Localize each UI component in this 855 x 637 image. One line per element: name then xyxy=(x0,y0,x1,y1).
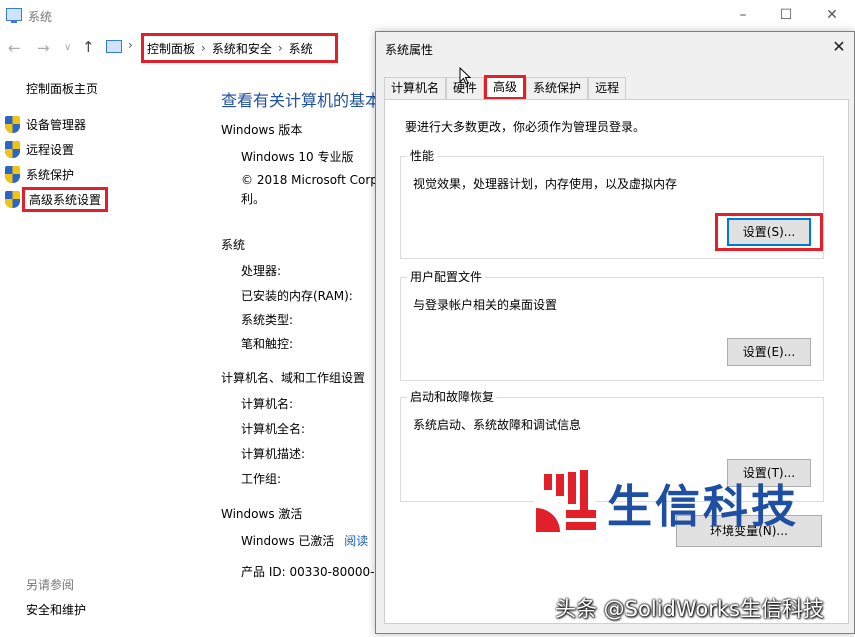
computer-icon xyxy=(6,8,22,23)
system-type-label: 系统类型: xyxy=(241,313,294,327)
back-arrow-icon[interactable]: ← xyxy=(8,39,21,57)
performance-settings-button[interactable]: 设置(S)... xyxy=(727,218,811,246)
main-content: 查看有关计算机的基本 Windows 版本 Windows 10 专业版 © 2… xyxy=(220,84,380,637)
processor-label: 处理器: xyxy=(241,264,282,278)
sidebar-item-system-protection[interactable]: 系统保护 xyxy=(5,164,74,184)
dialog-tabs: 计算机名 硬件 高级 系统保护 远程 xyxy=(384,75,627,100)
edition-section-title: Windows 版本 xyxy=(221,123,303,137)
workgroup-label: 工作组: xyxy=(241,472,282,486)
control-panel-home-link[interactable]: 控制面板主页 xyxy=(26,80,98,97)
sidebar-item-remote-settings[interactable]: 远程设置 xyxy=(5,139,74,159)
sidebar-item-advanced-settings[interactable]: 高级系统设置 xyxy=(5,186,109,212)
advanced-tab-panel: 要进行大多数更改，你必须作为管理员登录。 性能 视觉效果，处理器计划，内存使用，… xyxy=(384,99,849,624)
sidebar-item-label: 高级系统设置 xyxy=(22,186,109,212)
shield-icon xyxy=(5,165,20,183)
pen-touch-label: 笔和触控: xyxy=(241,337,294,351)
sidebar-item-label: 设备管理器 xyxy=(26,117,87,132)
breadcrumb-separator-icon[interactable]: › xyxy=(278,41,283,55)
title-bar: 系统 – ☐ ✕ xyxy=(0,0,855,30)
tab-remote[interactable]: 远程 xyxy=(588,77,627,99)
user-profile-group: 用户配置文件 与登录帐户相关的桌面设置 设置(E)... xyxy=(400,268,824,381)
computer-description-label: 计算机描述: xyxy=(241,447,306,461)
breadcrumb-system[interactable]: 系统 xyxy=(289,40,313,57)
shield-icon xyxy=(5,115,20,133)
dialog-close-icon[interactable]: ✕ xyxy=(828,36,850,58)
brand-name: 生信科技 xyxy=(607,480,800,533)
ram-label: 已安装的内存(RAM): xyxy=(241,289,353,303)
minimize-icon[interactable]: – xyxy=(733,6,753,24)
page-title: 查看有关计算机的基本 xyxy=(221,91,380,110)
tab-computer-name[interactable]: 计算机名 xyxy=(384,77,447,99)
startup-recovery-title: 启动和故障恢复 xyxy=(407,388,498,405)
copyright-tail: 利。 xyxy=(241,192,266,206)
activation-status-text: Windows 已激活 xyxy=(241,534,335,548)
up-arrow-icon[interactable]: ↑ xyxy=(82,38,95,56)
mouse-cursor-icon xyxy=(459,67,471,85)
user-profile-settings-button[interactable]: 设置(E)... xyxy=(727,338,811,366)
forward-arrow-icon[interactable]: → xyxy=(37,39,50,57)
system-section-title: 系统 xyxy=(221,238,246,252)
admin-note: 要进行大多数更改，你必须作为管理员登录。 xyxy=(405,120,646,134)
performance-title: 性能 xyxy=(407,147,438,164)
edition-name: Windows 10 专业版 xyxy=(241,150,354,164)
sidebar-item-label: 远程设置 xyxy=(26,142,75,157)
breadcrumb: 控制面板 › 系统和安全 › 系统 xyxy=(141,33,338,63)
computer-name-label: 计算机名: xyxy=(241,397,294,411)
activation-section-title: Windows 激活 xyxy=(221,507,303,521)
watermark-text: 头条 @SolidWorks生信科技 xyxy=(555,597,824,621)
see-also-label: 另请参阅 xyxy=(26,578,75,592)
shield-icon xyxy=(5,190,20,208)
breadcrumb-separator-icon[interactable]: › xyxy=(201,41,206,55)
product-id: 产品 ID: 00330-80000-0 xyxy=(241,565,380,579)
history-chevron-icon[interactable]: ∨ xyxy=(64,42,71,53)
window-title: 系统 xyxy=(28,10,53,24)
breadcrumb-system-security[interactable]: 系统和安全 xyxy=(212,40,272,57)
sidebar-item-label: 系统保护 xyxy=(26,167,75,182)
address-computer-icon xyxy=(106,40,122,53)
performance-desc: 视觉效果，处理器计划，内存使用，以及虚拟内存 xyxy=(413,177,678,191)
user-profile-desc: 与登录帐户相关的桌面设置 xyxy=(413,298,558,312)
address-chevron-icon[interactable]: › xyxy=(128,38,133,52)
sidebar-item-device-manager[interactable]: 设备管理器 xyxy=(5,114,86,134)
tab-advanced[interactable]: 高级 xyxy=(484,75,527,100)
security-maintenance-link[interactable]: 安全和维护 xyxy=(26,601,86,618)
copyright-text: © 2018 Microsoft Corp xyxy=(241,173,378,187)
dialog-title: 系统属性 xyxy=(385,43,434,57)
system-properties-dialog: 系统属性 ✕ 计算机名 硬件 高级 系统保护 远程 要进行大多数更改，你必须作为… xyxy=(375,31,855,634)
shield-icon xyxy=(5,140,20,158)
startup-recovery-desc: 系统启动、系统故障和调试信息 xyxy=(413,418,582,432)
activation-status: Windows 已激活 阅读 I xyxy=(241,532,379,549)
performance-group: 性能 视觉效果，处理器计划，内存使用，以及虚拟内存 设置(S)... xyxy=(400,147,824,259)
breadcrumb-control-panel[interactable]: 控制面板 xyxy=(147,40,195,57)
user-profile-title: 用户配置文件 xyxy=(407,268,486,285)
tab-system-protection[interactable]: 系统保护 xyxy=(526,77,589,99)
brand-logo-icon xyxy=(534,470,596,532)
read-license-link[interactable]: 阅读 xyxy=(344,534,368,548)
close-icon[interactable]: ✕ xyxy=(822,6,842,24)
computer-section-title: 计算机名、域和工作组设置 xyxy=(221,371,366,385)
maximize-icon[interactable]: ☐ xyxy=(776,6,796,24)
full-computer-name-label: 计算机全名: xyxy=(241,422,306,436)
